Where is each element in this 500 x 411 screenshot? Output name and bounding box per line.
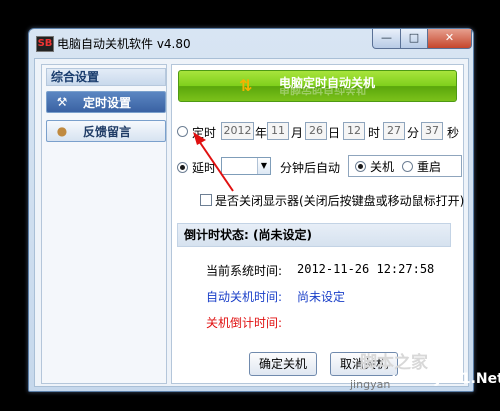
- title-bar[interactable]: SB 电脑自动关机软件 v4.80 — □ ✕: [29, 29, 473, 57]
- watermark-jingyan: jingyan: [350, 378, 391, 391]
- day-unit: 日: [328, 126, 341, 140]
- shutdown-radio[interactable]: [355, 161, 366, 172]
- timed-radio[interactable]: [177, 126, 188, 137]
- restart-radio[interactable]: [402, 161, 413, 172]
- delay-label: 延时: [192, 161, 217, 175]
- year-unit: 年: [255, 126, 268, 140]
- chevron-down-icon[interactable]: ▼: [257, 158, 270, 174]
- minute-field[interactable]: 27: [383, 122, 405, 140]
- current-time-value: 2012-11-26 12:27:58: [297, 262, 435, 276]
- timed-label: 定时: [192, 126, 217, 140]
- current-time-label: 当前系统时间:: [206, 264, 283, 278]
- app-icon: SB: [36, 36, 54, 52]
- watermark-url: www.JB51.Net: [392, 371, 500, 387]
- second-field[interactable]: 37: [421, 122, 443, 140]
- sidebar-item-label: 定时设置: [83, 96, 132, 110]
- sidebar-item-label: 反馈留言: [83, 125, 132, 139]
- hour-field[interactable]: 12: [343, 122, 365, 140]
- watermark-site: 脚本之家: [360, 353, 428, 373]
- countdown-label: 关机倒计时间:: [206, 316, 283, 330]
- sidebar: 综合设置 ⚒ 定时设置 ● 反馈留言: [41, 64, 167, 384]
- close-button[interactable]: ✕: [427, 29, 472, 49]
- restart-label: 重启: [417, 160, 442, 174]
- hour-unit: 时: [368, 126, 381, 140]
- maximize-button[interactable]: □: [400, 29, 428, 49]
- confirm-shutdown-button[interactable]: 确定关机: [249, 352, 317, 376]
- sidebar-header: 综合设置: [46, 68, 166, 86]
- tools-icon: ⚒: [56, 95, 68, 109]
- delay-suffix: 分钟后自动: [280, 161, 341, 175]
- sidebar-item-feedback[interactable]: ● 反馈留言: [46, 120, 166, 142]
- auto-shutdown-value: 尚未设定: [297, 290, 346, 304]
- delay-minutes-select[interactable]: ▼: [221, 157, 271, 175]
- monitor-off-label: 是否关闭显示器(关闭后按键盘或移动鼠标打开): [215, 194, 465, 208]
- status-header: 倒计时状态: (尚未设定): [177, 223, 451, 247]
- user-icon: ●: [56, 124, 68, 138]
- monitor-off-checkbox[interactable]: [200, 194, 212, 206]
- action-group: 关机 重启: [348, 155, 462, 177]
- delay-radio[interactable]: [177, 162, 188, 173]
- sidebar-item-timer-settings[interactable]: ⚒ 定时设置: [46, 91, 166, 113]
- banner-title-reflection: 电脑定时自动关机: [279, 88, 367, 96]
- minute-unit: 分: [407, 126, 420, 140]
- year-field[interactable]: 2012: [221, 122, 254, 140]
- window-title: 电脑自动关机软件 v4.80: [57, 37, 191, 51]
- minimize-button[interactable]: —: [372, 29, 401, 49]
- shutdown-label: 关机: [370, 160, 395, 174]
- app-window: SB 电脑自动关机软件 v4.80 — □ ✕ 综合设置 ⚒ 定时设置 ● 反馈…: [28, 28, 474, 392]
- arrows-icon: ⇅: [239, 76, 253, 95]
- month-field[interactable]: 11: [267, 122, 289, 140]
- auto-shutdown-label: 自动关机时间:: [206, 290, 283, 304]
- month-unit: 月: [291, 126, 304, 140]
- day-field[interactable]: 26: [305, 122, 327, 140]
- banner: ⇅ 电脑定时自动关机 电脑定时自动关机: [178, 70, 457, 102]
- second-unit: 秒: [447, 126, 460, 140]
